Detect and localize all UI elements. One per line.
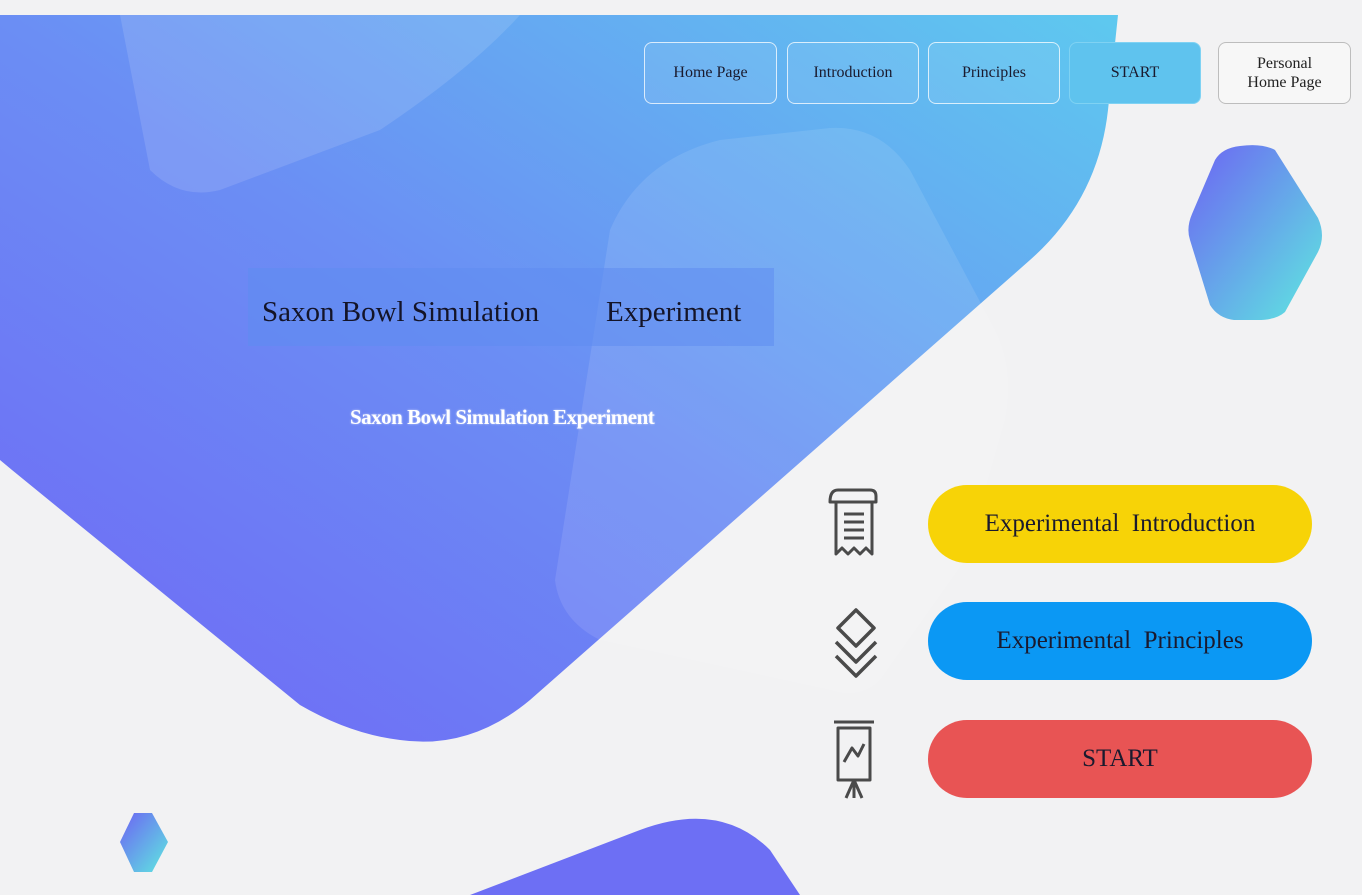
layers-icon [834,608,878,678]
start-button[interactable]: START [928,720,1312,798]
bottom-shape [470,818,800,895]
hero-title-part1: Saxon Bowl Simulation [262,296,540,328]
nav-home-button[interactable]: Home Page [644,42,777,104]
hero-subtitle: Saxon Bowl Simulation Experiment [350,405,655,429]
presentation-board-icon [834,720,874,799]
personal-line1: Personal [1256,54,1313,72]
nav-personal-home-button[interactable]: Personal Home Page [1218,42,1351,104]
personal-line2: Home Page [1247,74,1322,91]
hero-title-part2: Experiment [606,296,742,328]
hero-title-box: Saxon Bowl Simulation Experiment [248,268,774,346]
nav-introduction-button[interactable]: Introduction [787,42,919,104]
nav-start-button[interactable]: START [1069,42,1201,104]
experimental-principles-button[interactable]: Experimental Principles [928,602,1312,680]
hexagon-shape [1188,145,1322,320]
small-hexagon-shape [120,813,168,872]
experimental-introduction-button[interactable]: Experimental Introduction [928,485,1312,563]
scroll-document-icon [828,488,878,556]
nav-principles-button[interactable]: Principles [928,42,1060,104]
